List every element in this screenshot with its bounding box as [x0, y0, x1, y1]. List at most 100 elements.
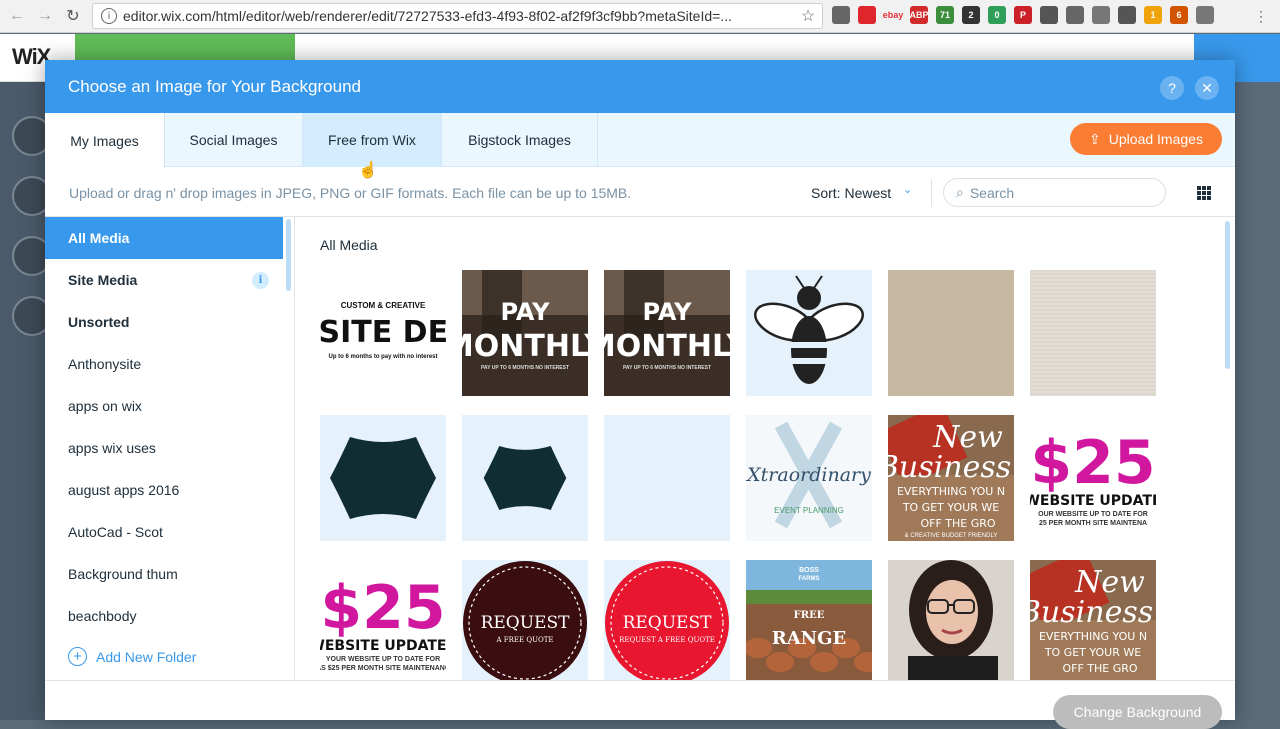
search-icon: ⌕: [956, 184, 964, 200]
tab-social-images[interactable]: Social Images: [165, 113, 303, 167]
sidebar-item-label: apps wix uses: [68, 440, 156, 456]
sidebar-item-autocad-scot[interactable]: AutoCad - Scot: [45, 511, 283, 553]
sidebar-item-site-media[interactable]: Site Media i: [45, 259, 283, 301]
thumb-text: YOUR WEBSITE UP TO DATE FOR: [326, 656, 440, 663]
media-thumbnail-texture-linen[interactable]: [1030, 270, 1156, 396]
media-thumbnail-texture-tan[interactable]: [888, 270, 1014, 396]
media-thumbnail-pay-monthly[interactable]: PAY MONTHLYPAY UP TO 6 MONTHS NO INTEREST: [604, 270, 730, 396]
cast-icon[interactable]: [832, 6, 850, 24]
change-background-button[interactable]: Change Background: [1053, 695, 1222, 729]
media-thumbnail-xtraordinary[interactable]: Xtraordinary EVENT PLANNING: [746, 415, 872, 541]
media-thumbnail-pay-monthly[interactable]: PAY MONTHLYPAY UP TO 6 MONTHS NO INTEREST: [462, 270, 588, 396]
sidebar-item-label: Anthonysite: [68, 356, 142, 372]
thumb-text: FARMS: [799, 576, 820, 582]
add-new-folder-label: Add New Folder: [96, 648, 197, 665]
bookmark-ext-icon[interactable]: [1040, 6, 1058, 24]
close-icon[interactable]: ✕: [1195, 76, 1219, 100]
media-thumbnail-frame-small[interactable]: [462, 415, 588, 541]
thumb-text: 25 PER MONTH SITE MAINTENA: [1039, 520, 1147, 527]
media-thumbnail-request-dark[interactable]: REQUEST A FREE QUOTE: [462, 560, 588, 680]
media-thumbnail-price-25[interactable]: $25 WEBSITE UPDATE OUR WEBSITE UP TO DATE …: [1030, 415, 1156, 541]
sidebar-item-august-apps-2016[interactable]: august apps 2016: [45, 469, 283, 511]
thumb-text: Business: [888, 450, 1011, 485]
editor-left-rail: [0, 82, 52, 720]
thumb-text: WEBSITE UPDATE: [1030, 493, 1156, 509]
sidebar-item-anthonysite[interactable]: Anthonysite: [45, 343, 283, 385]
sidebar-item-label: apps on wix: [68, 398, 142, 414]
extension-0-icon[interactable]: 0: [988, 6, 1006, 24]
thumb-text: WEBSITE UPDATES: [320, 638, 446, 654]
site-info-icon[interactable]: i: [101, 8, 117, 24]
browser-menu-icon[interactable]: ⋮: [1254, 8, 1268, 25]
tab-my-images[interactable]: My Images: [45, 113, 165, 168]
sidebar-scrollbar[interactable]: [286, 219, 291, 291]
pinterest-icon[interactable]: P: [1014, 6, 1032, 24]
thumbnail-image: BOSS FARMS FREE RANGE: [746, 560, 872, 680]
thumb-text: MONTHLY: [604, 329, 730, 364]
bookmark-star-icon[interactable]: ☆: [794, 6, 822, 26]
opera-icon[interactable]: [858, 6, 876, 24]
dialog-footer: Change Background: [45, 680, 1235, 729]
upload-icon: ⇪: [1089, 130, 1101, 147]
extension-1-icon[interactable]: 1: [1144, 6, 1162, 24]
sidebar-item-label: Background thum: [68, 566, 178, 582]
tab-free-from-wix[interactable]: Free from Wix: [303, 113, 442, 167]
media-toolbar: Upload or drag n' drop images in JPEG, P…: [45, 167, 1235, 217]
upload-images-button[interactable]: ⇪ Upload Images: [1070, 123, 1222, 155]
thumb-text: REQUEST A FREE QUOTE: [619, 636, 715, 644]
add-new-folder-button[interactable]: + Add New Folder: [68, 647, 196, 666]
chevron-down-icon[interactable]: ⌄: [903, 183, 912, 196]
gmail-icon[interactable]: [1196, 6, 1214, 24]
background-image-dialog: Choose an Image for Your Background ? ✕ …: [45, 60, 1235, 729]
sidebar-item-all-media[interactable]: All Media: [45, 217, 283, 259]
thumbnail-image: CUSTOM & CREATIVE EBSITE DESI Up to 6 mont…: [320, 270, 446, 396]
media-thumbnail-blank[interactable]: [604, 415, 730, 541]
sidebar-item-apps-wix-uses[interactable]: apps wix uses: [45, 427, 283, 469]
media-thumbnail-website-design[interactable]: CUSTOM & CREATIVE EBSITE DESI Up to 6 mont…: [320, 270, 446, 396]
thumb-text: A FREE QUOTE: [495, 636, 553, 644]
search-input[interactable]: [969, 184, 1140, 201]
sidebar-item-background-thum[interactable]: Background thum: [45, 553, 283, 595]
thumbnail-image: PAY MONTHLYPAY UP TO 6 MONTHS NO INTEREST: [604, 270, 730, 396]
adblock-icon[interactable]: ABP: [910, 6, 929, 24]
help-icon[interactable]: ?: [1160, 76, 1184, 100]
media-thumbnail-farm[interactable]: BOSS FARMS FREE RANGE: [746, 560, 872, 680]
address-bar[interactable]: i editor.wix.com/html/editor/web/rendere…: [92, 3, 823, 29]
media-thumbnail-new-business[interactable]: New Business EVERYTHING YOU N TO GET YOUR W…: [888, 415, 1014, 541]
folder-sidebar: + Add New Folder All Media Site Media i Uns…: [45, 217, 295, 680]
extension-6-icon[interactable]: 6: [1170, 6, 1188, 24]
upload-hint: Upload or drag n' drop images in JPEG, P…: [69, 185, 632, 201]
thumb-text: EVERYTHING YOU N: [1039, 630, 1147, 643]
media-thumbnail-portrait[interactable]: [888, 560, 1014, 680]
sidebar-item-apps-on-wix[interactable]: apps on wix: [45, 385, 283, 427]
media-thumbnail-price-25[interactable]: $25WEBSITE UPDATES YOUR WEBSITE UP TO DAT…: [320, 560, 446, 680]
cloud-ext-icon[interactable]: [1092, 6, 1110, 24]
content-scrollbar[interactable]: [1225, 221, 1230, 369]
sidebar-item-unsorted[interactable]: Unsorted: [45, 301, 283, 343]
sidebar-item-beachbody[interactable]: beachbody: [45, 595, 283, 637]
shield-ext-icon[interactable]: [1118, 6, 1136, 24]
info-icon[interactable]: i: [252, 272, 269, 289]
plus-circle-icon: +: [68, 647, 87, 666]
thumb-text: $25: [320, 573, 445, 643]
back-icon[interactable]: ←: [6, 5, 28, 27]
media-thumbnail-new-business[interactable]: New Business EVERYTHING YOU N TO GET YOUR W…: [1030, 560, 1156, 680]
thumb-text: RANGE: [772, 628, 846, 649]
media-thumbnail-bee[interactable]: [746, 270, 872, 396]
lastpass-icon[interactable]: [1066, 6, 1084, 24]
extension-2-icon[interactable]: 2: [962, 6, 980, 24]
grid-view-icon[interactable]: [1197, 186, 1211, 200]
media-thumbnail-request-red[interactable]: REQUEST REQUEST A FREE QUOTE: [604, 560, 730, 680]
calendar-ext-icon[interactable]: 71: [936, 6, 954, 24]
thumbnail-image: [888, 560, 1014, 680]
sort-dropdown[interactable]: Sort: Newest: [811, 185, 891, 201]
thumb-text: PAY: [642, 298, 692, 326]
forward-icon[interactable]: →: [34, 5, 56, 27]
ebay-icon[interactable]: ebay: [883, 6, 903, 24]
reload-icon[interactable]: ↻: [62, 5, 84, 27]
thumbnail-image: [462, 415, 588, 541]
thumbnail-image: [888, 270, 1014, 396]
media-thumbnail-frame-large[interactable]: [320, 415, 446, 541]
thumb-text: EBSITE DESI: [320, 315, 446, 350]
tab-bigstock-images[interactable]: Bigstock Images: [442, 113, 598, 167]
